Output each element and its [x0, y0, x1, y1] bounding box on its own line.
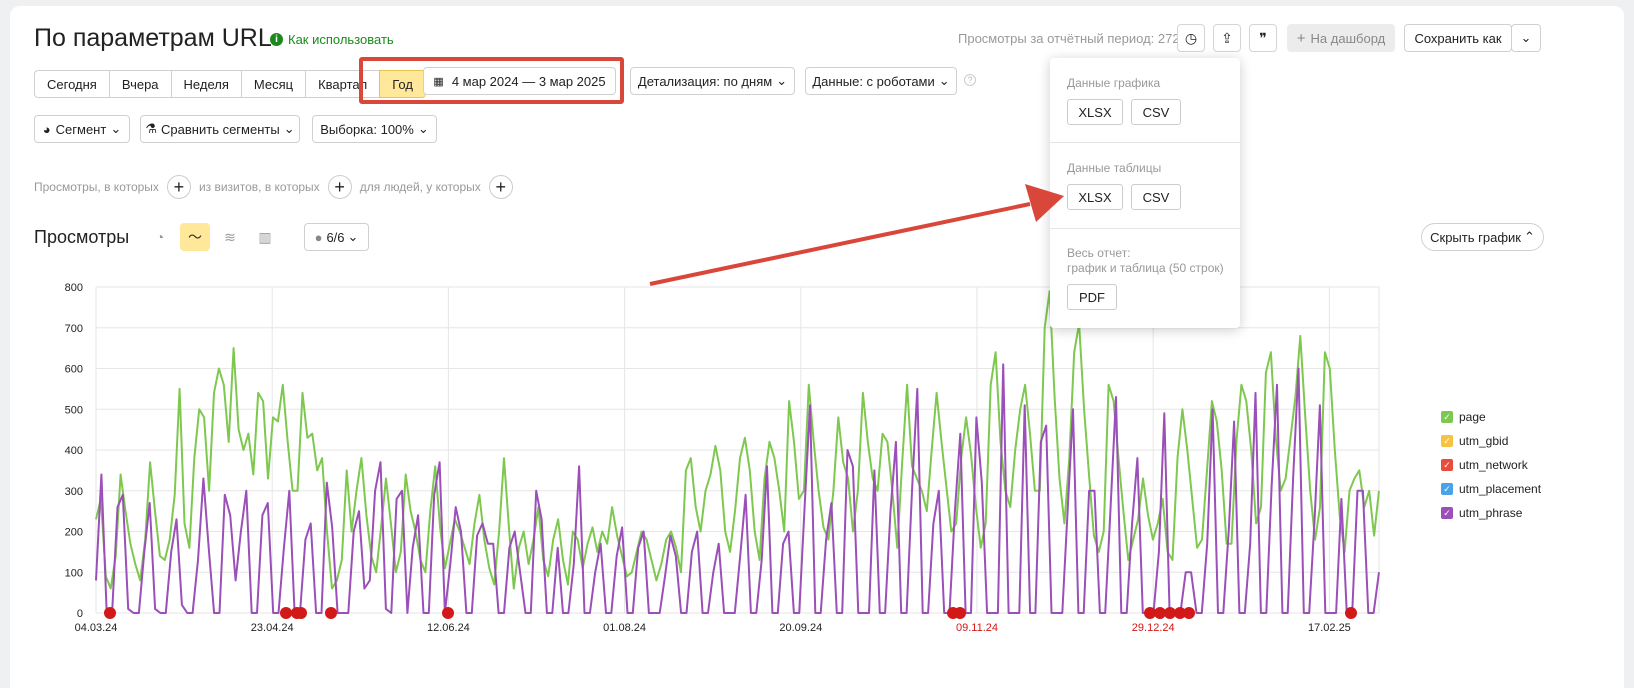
checkbox-icon: ✓ — [1441, 435, 1453, 447]
x-tick-label: 12.06.24 — [427, 622, 470, 634]
chart-legend: ✓ page ✓ utm_gbid ✓ utm_network ✓ utm_placem… — [1441, 405, 1541, 525]
legend-item-utm-gbid[interactable]: ✓ utm_gbid — [1441, 429, 1541, 453]
legend-label: utm_network — [1459, 458, 1528, 472]
legend-label: utm_phrase — [1459, 506, 1523, 520]
divider — [1050, 142, 1240, 143]
annotation-marker — [295, 607, 307, 619]
x-tick-label: 09.11.24 — [956, 622, 998, 634]
pdf-button[interactable]: PDF — [1067, 284, 1117, 310]
x-tick-label: 04.03.24 — [75, 622, 118, 634]
checkbox-icon: ✓ — [1441, 459, 1453, 471]
legend-item-utm-network[interactable]: ✓ utm_network — [1441, 453, 1541, 477]
legend-label: page — [1459, 410, 1486, 424]
x-tick-label: 29.12.24 — [1132, 622, 1175, 634]
y-tick-label: 100 — [65, 567, 83, 579]
legend-label: utm_placement — [1459, 482, 1542, 496]
x-tick-label: 01.08.24 — [603, 622, 646, 634]
annotation-marker — [104, 607, 116, 619]
annotation-marker — [954, 607, 966, 619]
y-tick-label: 300 — [65, 486, 83, 498]
y-tick-label: 500 — [65, 404, 83, 416]
x-tick-label: 20.09.24 — [779, 622, 822, 634]
views-chart: 0 100 200 300 400 500 600 700 800 04.03.24 23.04.2… — [65, 282, 1380, 634]
chart-csv-button[interactable]: CSV — [1131, 99, 1181, 125]
full-report-label: Весь отчет: — [1067, 246, 1131, 260]
table-csv-button[interactable]: CSV — [1131, 184, 1181, 210]
checkbox-icon: ✓ — [1441, 411, 1453, 423]
checkbox-icon: ✓ — [1441, 507, 1453, 519]
export-dropdown: Данные графика XLSX CSV Данные таблицы X… — [1050, 58, 1240, 328]
divider — [1050, 228, 1240, 229]
checkbox-icon: ✓ — [1441, 483, 1453, 495]
y-tick-label: 800 — [65, 282, 83, 294]
y-tick-label: 600 — [65, 364, 83, 376]
annotation-marker — [442, 607, 454, 619]
annotation-marker — [1345, 607, 1357, 619]
y-tick-label: 0 — [77, 608, 83, 620]
annotation-marker — [280, 607, 292, 619]
legend-item-utm-phrase[interactable]: ✓ utm_phrase — [1441, 501, 1541, 525]
legend-item-page[interactable]: ✓ page — [1441, 405, 1541, 429]
y-tick-label: 400 — [65, 445, 83, 457]
table-xlsx-button[interactable]: XLSX — [1067, 184, 1123, 210]
annotation-marker — [1183, 607, 1195, 619]
table-data-label: Данные таблицы — [1067, 161, 1162, 175]
annotation-marker — [325, 607, 337, 619]
series-line-page — [95, 290, 1380, 590]
legend-item-utm-placement[interactable]: ✓ utm_placement — [1441, 477, 1541, 501]
y-tick-label: 200 — [65, 527, 83, 539]
y-tick-label: 700 — [65, 323, 83, 335]
legend-label: utm_gbid — [1459, 434, 1509, 448]
x-tick-label: 23.04.24 — [251, 622, 294, 634]
chart-xlsx-button[interactable]: XLSX — [1067, 99, 1123, 125]
chart-data-label: Данные графика — [1067, 76, 1161, 90]
full-report-desc: график и таблица (50 строк) — [1067, 261, 1224, 275]
x-tick-label: 17.02.25 — [1308, 622, 1351, 634]
